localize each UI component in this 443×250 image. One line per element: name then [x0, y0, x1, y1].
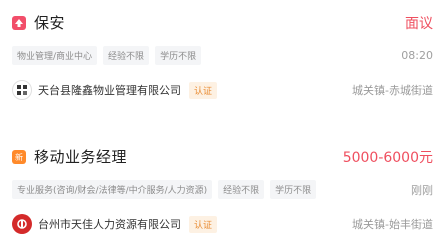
company-name[interactable]: 台州市天佳人力资源有限公司 [38, 216, 181, 232]
experience-tag: 经验不限 [218, 180, 265, 199]
job-card[interactable]: 保安 面议 物业管理/商业中心 经验不限 学历不限 08:20 天台县隆鑫物业管… [0, 0, 443, 115]
hot-icon [12, 15, 26, 30]
location: 城关镇-赤城街道 [352, 84, 433, 97]
education-tag: 学历不限 [155, 46, 202, 65]
svg-text:新: 新 [15, 152, 23, 162]
company-group: 台州市天佳人力资源有限公司 认证 [12, 214, 218, 234]
verified-badge: 认证 [189, 81, 218, 99]
industry-tag: 专业服务(咨询/财会/法律等/中介服务/人力资源) [12, 180, 213, 199]
salary: 面议 [405, 15, 433, 32]
verified-badge: 认证 [189, 215, 218, 233]
post-time: 刚刚 [411, 183, 433, 197]
company-row[interactable]: 天台县隆鑫物业管理有限公司 认证 城关镇-赤城街道 [12, 80, 433, 100]
company-name[interactable]: 天台县隆鑫物业管理有限公司 [38, 82, 181, 98]
location: 城关镇-始丰街道 [352, 218, 433, 231]
experience-tag: 经验不限 [103, 46, 150, 65]
company-group: 天台县隆鑫物业管理有限公司 认证 [12, 80, 218, 100]
job-tags-row: 物业管理/商业中心 经验不限 学历不限 08:20 [12, 46, 433, 65]
job-title[interactable]: 保安 [34, 12, 65, 33]
company-logo [12, 214, 32, 234]
job-card[interactable]: 新 移动业务经理 5000-6000元 专业服务(咨询/财会/法律等/中介服务/… [0, 140, 443, 250]
industry-tag: 物业管理/商业中心 [12, 46, 98, 65]
job-tags-row: 专业服务(咨询/财会/法律等/中介服务/人力资源) 经验不限 学历不限 刚刚 [12, 180, 433, 199]
new-icon: 新 [12, 149, 26, 164]
post-time: 08:20 [401, 49, 433, 62]
job-title[interactable]: 移动业务经理 [34, 146, 127, 167]
job-title-group: 新 移动业务经理 [12, 146, 127, 167]
job-title-row: 新 移动业务经理 5000-6000元 [12, 146, 433, 167]
job-tags: 专业服务(咨询/财会/法律等/中介服务/人力资源) 经验不限 学历不限 [12, 180, 322, 199]
company-logo [12, 80, 32, 100]
card-divider [0, 115, 443, 140]
company-row[interactable]: 台州市天佳人力资源有限公司 认证 城关镇-始丰街道 [12, 214, 433, 234]
job-title-row: 保安 面议 [12, 12, 433, 33]
job-tags: 物业管理/商业中心 经验不限 学历不限 [12, 46, 207, 65]
salary: 5000-6000元 [342, 149, 433, 166]
job-title-group: 保安 [12, 12, 65, 33]
education-tag: 学历不限 [270, 180, 317, 199]
